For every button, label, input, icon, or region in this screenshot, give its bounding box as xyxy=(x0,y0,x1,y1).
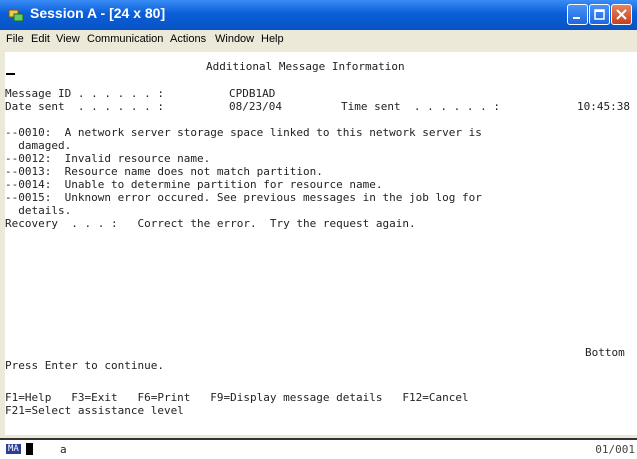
menu-help[interactable]: Help xyxy=(261,33,284,45)
message-line: --0013: Resource name does not match par… xyxy=(5,165,323,178)
menu-actions[interactable]: Actions xyxy=(170,33,206,45)
menu-edit[interactable]: Edit xyxy=(31,33,50,45)
menu-window[interactable]: Window xyxy=(215,33,254,45)
terminal-screen[interactable]: Additional Message Information Message I… xyxy=(5,52,637,435)
maximize-icon xyxy=(594,9,605,20)
message-line: --0015: Unknown error occured. See previ… xyxy=(5,191,482,204)
message-line: details. xyxy=(5,204,72,217)
date-sent-value: 08/23/04 xyxy=(229,100,282,113)
menu-file[interactable]: File xyxy=(6,33,24,45)
menu-communication[interactable]: Communication xyxy=(87,33,163,45)
message-line: --0012: Invalid resource name. xyxy=(5,152,211,165)
text-cursor xyxy=(6,73,15,75)
message-id-label: Message ID . . . . . . : xyxy=(5,87,164,100)
close-button[interactable] xyxy=(611,4,632,25)
minimize-icon xyxy=(573,17,580,19)
message-id-value: CPDB1AD xyxy=(229,87,276,100)
maximize-button[interactable] xyxy=(589,4,610,25)
function-keys-line-2: F21=Select assistance level xyxy=(5,404,184,417)
press-enter-prompt: Press Enter to continue. xyxy=(5,359,164,372)
screen-heading: Additional Message Information xyxy=(206,60,405,73)
mode-indicator: MA xyxy=(6,444,21,454)
menu-view[interactable]: View xyxy=(56,33,80,45)
date-sent-label: Date sent . . . . . . : xyxy=(5,100,164,113)
input-inhibit-indicator xyxy=(26,443,33,455)
message-line: --0010: A network server storage space l… xyxy=(5,126,482,139)
recovery-line: Recovery . . . : Correct the error. Try … xyxy=(5,217,416,230)
session-icon xyxy=(8,9,24,22)
message-line: --0014: Unable to determine partition fo… xyxy=(5,178,383,191)
status-indicator: a xyxy=(60,443,67,456)
message-line: damaged. xyxy=(5,139,72,152)
cursor-position: 01/001 xyxy=(595,443,635,456)
window-title: Session A - [24 x 80] xyxy=(30,5,166,21)
function-keys-line-1: F1=Help F3=Exit F6=Print F9=Display mess… xyxy=(5,391,469,404)
time-sent-value: 10:45:38 xyxy=(577,100,630,113)
bottom-indicator: Bottom xyxy=(585,346,625,359)
menu-bar: File Edit View Communication Actions Win… xyxy=(0,30,637,50)
status-bar: MA a 01/001 xyxy=(0,438,637,459)
title-bar[interactable]: Session A - [24 x 80] xyxy=(0,0,637,30)
minimize-button[interactable] xyxy=(567,4,588,25)
time-sent-label: Time sent . . . . . . : xyxy=(341,100,500,113)
emulator-window: Session A - [24 x 80] File Edit View Com… xyxy=(0,0,637,459)
close-icon xyxy=(616,9,627,20)
